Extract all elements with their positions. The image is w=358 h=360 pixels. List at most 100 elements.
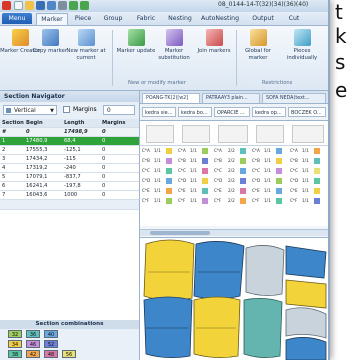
pattern-piece: [285, 337, 327, 360]
table-row[interactable]: 4 17319,2 -240 0: [0, 164, 139, 173]
combination-chip[interactable]: 46: [26, 340, 40, 348]
column-header[interactable]: OPARCIE ...: [214, 107, 250, 117]
size-color-cell[interactable]: [314, 188, 320, 194]
combination-chip[interactable]: 36: [26, 330, 40, 338]
margins-checkbox[interactable]: [63, 106, 70, 113]
column-header[interactable]: kedra bo...: [178, 107, 212, 117]
size-color-cell[interactable]: [276, 178, 282, 184]
tab-cut[interactable]: Cut: [284, 13, 304, 24]
open-icon[interactable]: [25, 1, 34, 10]
size-color-cell[interactable]: [240, 168, 246, 174]
size-color-cell[interactable]: [202, 178, 208, 184]
combination-chip[interactable]: 34: [8, 340, 22, 348]
size-color-cell[interactable]: [166, 148, 172, 154]
table-row[interactable]: 5 17079,1 -837,7 0: [0, 173, 139, 182]
pattern-piece: [243, 298, 283, 358]
section-combinations: 32 36 40 34 46 52 38 42 48 56: [0, 329, 139, 360]
save-icon[interactable]: [36, 1, 45, 10]
piece-thumbnail[interactable]: [256, 125, 284, 143]
tab-output[interactable]: Output: [248, 13, 278, 24]
size-color-cell[interactable]: [276, 148, 282, 154]
marker-update-button[interactable]: Marker update: [116, 29, 156, 55]
combination-chip[interactable]: 48: [44, 350, 58, 358]
margins-label: Margins: [73, 106, 97, 113]
combination-chip[interactable]: 32: [8, 330, 22, 338]
column-header[interactable]: kedra sie...: [142, 107, 176, 117]
scrollbar-thumb[interactable]: [150, 231, 210, 235]
doc-tab[interactable]: SOFA NEDA(text...: [262, 93, 326, 103]
tab-autonesting[interactable]: AutoNesting: [198, 13, 242, 24]
tab-nesting[interactable]: Nesting: [164, 13, 196, 24]
size-color-cell[interactable]: [202, 168, 208, 174]
undo-icon[interactable]: [69, 1, 78, 10]
tab-fabric[interactable]: Fabric: [132, 13, 160, 24]
save-as-icon[interactable]: [47, 1, 56, 10]
combination-chip[interactable]: 56: [62, 350, 76, 358]
piece-thumbnail[interactable]: [218, 125, 248, 143]
size-color-cell[interactable]: [314, 168, 320, 174]
size-color-cell[interactable]: [166, 168, 172, 174]
doc-tab[interactable]: POANG-TK(2)[w2]: [142, 93, 200, 103]
size-color-cell[interactable]: [240, 188, 246, 194]
marker-substitution-icon: [165, 29, 183, 46]
new-icon[interactable]: [14, 1, 23, 10]
tab-marker[interactable]: Marker: [36, 13, 68, 25]
table-row[interactable]: 1 17480,9 68,4 0: [0, 137, 139, 146]
pieces-individually-button[interactable]: Pieces individually: [280, 29, 324, 61]
combination-chip[interactable]: 40: [44, 330, 58, 338]
nesting-canvas[interactable]: [140, 237, 328, 360]
size-color-cell[interactable]: [314, 178, 320, 184]
orientation-select[interactable]: Vertical ▼: [3, 105, 57, 115]
size-color-cell[interactable]: [276, 168, 282, 174]
copy-marker-icon: [41, 29, 59, 46]
global-for-marker-button[interactable]: Global for marker: [238, 29, 278, 61]
size-color-cell[interactable]: [276, 198, 282, 204]
ribbon: Marker Creator Copy marker New marker at…: [0, 26, 328, 91]
tab-group[interactable]: Group: [100, 13, 126, 24]
join-markers-button[interactable]: Join markers: [194, 29, 234, 55]
size-color-cell[interactable]: [202, 198, 208, 204]
table-row[interactable]: 2 17555,3 -125,1 0: [0, 146, 139, 155]
size-color-cell[interactable]: [202, 188, 208, 194]
size-color-cell[interactable]: [202, 158, 208, 164]
size-color-cell[interactable]: [276, 158, 282, 164]
window-title: 08_0144-14-T(32)(34)(36)(40): [218, 1, 309, 8]
combination-chip[interactable]: 42: [26, 350, 40, 358]
redo-icon[interactable]: [80, 1, 89, 10]
size-color-cell[interactable]: [166, 158, 172, 164]
tab-menu[interactable]: Menu: [2, 13, 32, 24]
new-marker-at-current-button[interactable]: New marker at current: [64, 29, 108, 61]
piece-thumbnail[interactable]: [182, 125, 210, 143]
size-color-cell[interactable]: [276, 188, 282, 194]
column-header[interactable]: kedra op...: [252, 107, 286, 117]
tab-piece[interactable]: Piece: [70, 13, 96, 24]
piece-thumbnail[interactable]: [292, 125, 324, 143]
size-color-cell[interactable]: [314, 198, 320, 204]
margins-value-field[interactable]: 0: [103, 105, 135, 115]
size-color-cell[interactable]: [314, 148, 320, 154]
size-color-cell[interactable]: [240, 158, 246, 164]
size-quantity-matrix: C*A 1/1 C*A 1/1 C*A 2/2 C*A 1/1 C*A 1/1 …: [140, 146, 328, 226]
table-row[interactable]: 3 17434,2 -115 0: [0, 155, 139, 164]
column-header[interactable]: BOCZEK O...: [288, 107, 326, 117]
size-color-cell[interactable]: [240, 178, 246, 184]
piece-thumbnail[interactable]: [146, 125, 174, 143]
sections-table: Section Begin Length Margins # 0 17498,9…: [0, 119, 139, 200]
size-color-cell[interactable]: [166, 178, 172, 184]
table-row[interactable]: 6 16241,4 -197,8 0: [0, 182, 139, 191]
table-row[interactable]: 7 16043,6 1000 0: [0, 191, 139, 200]
combination-chip[interactable]: 52: [44, 340, 58, 348]
size-color-cell[interactable]: [240, 198, 246, 204]
size-color-cell[interactable]: [314, 158, 320, 164]
app-logo-icon[interactable]: [2, 1, 11, 10]
table-sum-row: # 0 17498,9 0: [0, 128, 139, 137]
size-color-cell[interactable]: [240, 148, 246, 154]
size-color-cell[interactable]: [166, 198, 172, 204]
size-color-cell[interactable]: [166, 188, 172, 194]
size-color-cell[interactable]: [202, 148, 208, 154]
doc-tab[interactable]: PATRAAY3 plain...: [202, 93, 260, 103]
print-icon[interactable]: [58, 1, 67, 10]
marker-substitution-button[interactable]: Marker substitution: [152, 29, 196, 61]
horizontal-scrollbar[interactable]: [140, 229, 328, 236]
combination-chip[interactable]: 38: [8, 350, 22, 358]
